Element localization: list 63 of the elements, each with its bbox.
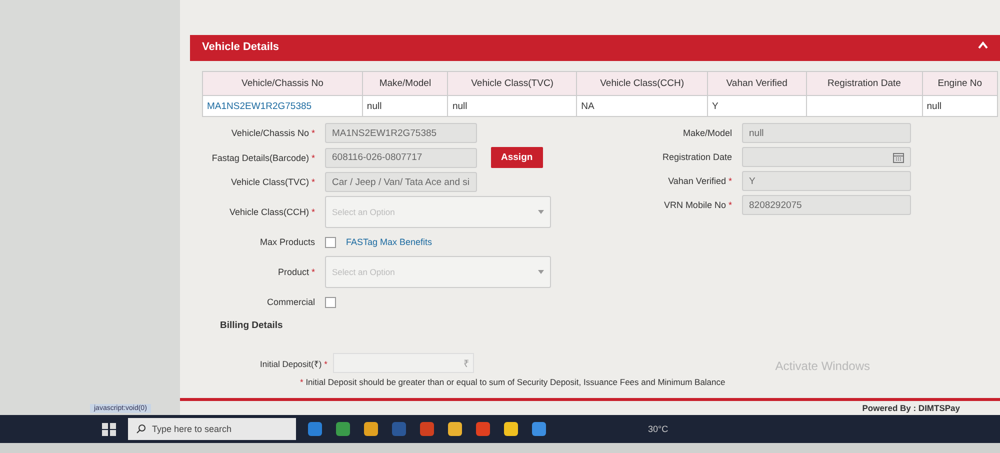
input-field[interactable]: MA1NS2EW1R2G75385 (325, 123, 477, 143)
required-mark: * (311, 128, 315, 138)
taskbar-search[interactable]: Type here to search (128, 418, 296, 440)
powered-by-text: Powered By : DIMTSPay (862, 402, 960, 412)
input-field[interactable]: 8208292075 (742, 195, 911, 215)
column-header: Vehicle Class(TVC) (448, 72, 577, 96)
weather-text: 30°C (648, 424, 668, 434)
caret-icon (538, 210, 544, 214)
table-cell: Y (708, 96, 806, 116)
app-icon[interactable] (362, 420, 380, 438)
date-field[interactable] (742, 147, 911, 167)
app-icon[interactable] (446, 420, 464, 438)
required-mark: * (324, 358, 328, 368)
field-label: VRN Mobile No (664, 200, 726, 210)
column-header: Engine No (922, 72, 998, 96)
required-mark: * (311, 207, 315, 217)
app-icon[interactable] (502, 420, 520, 438)
panel-header: Vehicle Details (190, 35, 1000, 61)
column-header: Vehicle Class(CCH) (576, 72, 708, 96)
field-label: Registration Date (662, 152, 732, 162)
required-mark: * (728, 176, 732, 186)
input-field[interactable]: Y (742, 171, 911, 191)
deposit-note: Initial Deposit should be greater than or equal to sum of Security Deposit, Issuance Fees and Minimum Balance (306, 377, 726, 387)
column-header: Make/Model (362, 72, 448, 96)
field-label: Max Products (260, 237, 315, 247)
field-label: Vahan Verified (668, 176, 726, 186)
benefits-link[interactable]: FASTag Max Benefits (346, 237, 432, 247)
field-label: Product (278, 267, 309, 277)
caret-icon (538, 270, 544, 274)
field-label: Make/Model (682, 128, 732, 138)
search-icon (136, 424, 146, 434)
table-cell: null (448, 96, 577, 116)
table-cell: null (922, 96, 998, 116)
column-header: Registration Date (806, 72, 922, 96)
assign-button[interactable]: Assign (491, 147, 543, 168)
deposit-input[interactable]: ₹ (333, 353, 474, 373)
required-mark: * (311, 177, 315, 187)
input-field[interactable]: Car / Jeep / Van/ Tata Ace and si (325, 172, 477, 192)
required-mark: * (300, 377, 304, 387)
required-mark: * (728, 200, 732, 210)
column-header: Vahan Verified (708, 72, 806, 96)
column-header: Vehicle/Chassis No (202, 72, 362, 96)
field-label: Vehicle Class(CCH) (229, 207, 309, 217)
required-mark: * (311, 267, 315, 277)
app-icon[interactable] (530, 420, 548, 438)
input-field[interactable]: 608116-026-0807717 (325, 148, 477, 168)
app-icon[interactable] (334, 420, 352, 438)
section-title: Billing Details (220, 320, 284, 331)
field-label: Fastag Details(Barcode) (212, 152, 309, 162)
table-cell: NA (576, 96, 708, 116)
calendar-icon[interactable] (893, 152, 904, 162)
field-label: Vehicle Class(TVC) (230, 177, 309, 187)
field-label: Initial Deposit(₹) (260, 358, 322, 368)
collapse-chevron-icon[interactable] (978, 41, 988, 49)
field-label: Vehicle/Chassis No (231, 128, 309, 138)
checkbox[interactable] (325, 296, 336, 308)
checkbox[interactable] (325, 236, 336, 248)
field-label: Commercial (266, 297, 315, 307)
app-icon[interactable] (306, 420, 324, 438)
required-mark: * (311, 152, 315, 162)
table-cell: null (362, 96, 448, 116)
input-field[interactable]: null (742, 123, 911, 143)
chassis-link[interactable]: MA1NS2EW1R2G75385 (202, 96, 362, 116)
